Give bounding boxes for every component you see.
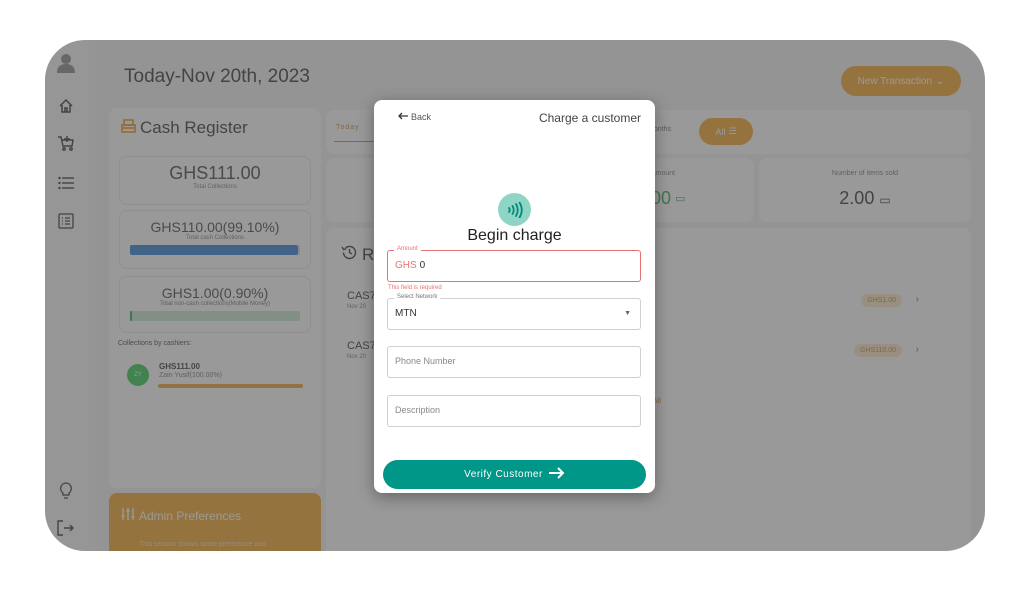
network-select[interactable]: Select Network MTN ▼: [387, 294, 641, 330]
verify-customer-label: Verify Customer: [464, 469, 543, 480]
modal-title: Charge a customer: [538, 111, 641, 125]
begin-charge-heading: Begin charge: [467, 227, 562, 244]
amount-value-text: 0: [419, 260, 426, 271]
arrow-left-icon: [398, 112, 408, 122]
currency-prefix: GHS: [395, 260, 417, 271]
description-input[interactable]: Description: [387, 395, 641, 427]
arrow-right-icon: [548, 467, 565, 482]
phone-number-input[interactable]: Phone Number: [387, 346, 641, 378]
back-button[interactable]: Back: [398, 112, 431, 122]
phone-number-placeholder: Phone Number: [395, 356, 456, 366]
amount-value: GHS 0: [395, 260, 425, 271]
amount-label: Amount: [394, 246, 421, 252]
verify-customer-button[interactable]: Verify Customer: [383, 460, 646, 489]
description-placeholder: Description: [395, 405, 441, 415]
back-label: Back: [411, 112, 432, 122]
caret-down-icon: ▼: [624, 310, 631, 317]
amount-error-text: This field is required: [388, 285, 442, 291]
charge-customer-modal: Back Charge a customer Begin charge Amou…: [374, 100, 655, 493]
contactless-icon: [498, 193, 531, 226]
network-label: Select Network: [394, 294, 441, 300]
network-value: MTN: [395, 308, 417, 319]
amount-input[interactable]: Amount GHS 0: [387, 246, 641, 282]
